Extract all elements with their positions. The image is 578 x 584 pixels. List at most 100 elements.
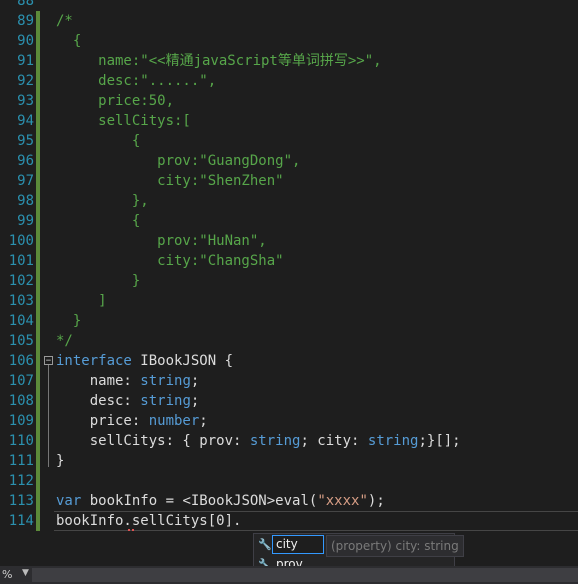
- status-bar: % ▼: [0, 566, 578, 584]
- completion-label: city: [272, 535, 324, 554]
- code-line[interactable]: 109 price: number;: [0, 411, 578, 431]
- code-line[interactable]: 92 desc:"......",: [0, 71, 578, 91]
- code-text[interactable]: interface IBookJSON {: [56, 351, 233, 371]
- code-line[interactable]: 99 {: [0, 211, 578, 231]
- change-marker: [36, 291, 40, 311]
- change-marker: [36, 191, 40, 211]
- code-line[interactable]: 112: [0, 471, 578, 491]
- line-number: 97: [17, 173, 34, 189]
- line-number: 112: [8, 473, 34, 489]
- code-line[interactable]: 106 interface IBookJSON {: [0, 351, 578, 371]
- code-text[interactable]: prov:"HuNan",: [56, 231, 267, 251]
- line-number: 88: [17, 0, 34, 9]
- change-marker: [36, 491, 40, 511]
- code-text[interactable]: /*: [56, 11, 73, 31]
- change-marker: [36, 271, 40, 291]
- code-text[interactable]: sellCitys:[: [56, 111, 191, 131]
- code-line[interactable]: 91 name:"<<精通javaScript等单词拼写>>",: [0, 51, 578, 71]
- change-marker: [36, 71, 40, 91]
- code-line[interactable]: 98 },: [0, 191, 578, 211]
- change-marker: [36, 371, 40, 391]
- code-line[interactable]: 94 sellCitys:[: [0, 111, 578, 131]
- code-line[interactable]: 104 }: [0, 311, 578, 331]
- change-marker: [36, 431, 40, 451]
- change-marker: [36, 471, 40, 491]
- line-number: 107: [8, 373, 34, 389]
- horizontal-scrollbar[interactable]: [32, 568, 578, 582]
- error-squiggle: [128, 529, 135, 531]
- line-number: 98: [17, 193, 34, 209]
- code-line[interactable]: 103 ]: [0, 291, 578, 311]
- code-text[interactable]: var bookInfo = <IBookJSON>eval("xxxx");: [56, 491, 385, 511]
- line-number: 108: [8, 393, 34, 409]
- code-line[interactable]: 107 name: string;: [0, 371, 578, 391]
- code-line[interactable]: 102 }: [0, 271, 578, 291]
- change-marker: [36, 351, 40, 371]
- fold-toggle-icon[interactable]: −: [44, 356, 53, 366]
- code-text[interactable]: sellCitys: { prov: string; city: string;…: [56, 431, 461, 451]
- code-text[interactable]: bookInfo.sellCitys[0].: [56, 511, 241, 531]
- code-line[interactable]: 88: [0, 0, 578, 11]
- change-marker: [36, 171, 40, 191]
- line-number: 95: [17, 133, 34, 149]
- change-marker: [36, 111, 40, 131]
- code-line[interactable]: 95 {: [0, 131, 578, 151]
- code-text[interactable]: price: number;: [56, 411, 208, 431]
- change-marker: [36, 411, 40, 431]
- code-line[interactable]: 90 {: [0, 31, 578, 51]
- change-marker: [36, 311, 40, 331]
- code-text[interactable]: desc: string;: [56, 391, 200, 411]
- line-number: 113: [8, 493, 34, 509]
- change-marker: [36, 151, 40, 171]
- change-marker: [36, 11, 40, 31]
- code-line[interactable]: 110 sellCitys: { prov: string; city: str…: [0, 431, 578, 451]
- code-line[interactable]: 96 prov:"GuangDong",: [0, 151, 578, 171]
- code-line[interactable]: 105 */: [0, 331, 578, 351]
- line-number: 111: [8, 453, 34, 469]
- code-line[interactable]: 111}: [0, 451, 578, 471]
- code-line[interactable]: 97 city:"ShenZhen": [0, 171, 578, 191]
- code-text[interactable]: city:"ChangSha": [56, 251, 283, 271]
- line-number: 96: [17, 153, 34, 169]
- completion-item-city[interactable]: 🔧 city: [254, 535, 324, 554]
- change-marker: [36, 211, 40, 231]
- code-line[interactable]: 114 bookInfo.sellCitys[0].: [0, 511, 578, 531]
- code-line[interactable]: 113 var bookInfo = <IBookJSON>eval("xxxx"…: [0, 491, 578, 511]
- change-marker: [36, 91, 40, 111]
- code-line[interactable]: 93 price:50,: [0, 91, 578, 111]
- code-line[interactable]: 108 desc: string;: [0, 391, 578, 411]
- code-text[interactable]: name: string;: [56, 371, 200, 391]
- line-number: 110: [8, 433, 34, 449]
- code-text[interactable]: name:"<<精通javaScript等单词拼写>>",: [56, 51, 381, 71]
- code-text[interactable]: }: [56, 311, 81, 331]
- change-marker: [36, 251, 40, 271]
- code-text[interactable]: price:50,: [56, 91, 174, 111]
- code-text[interactable]: {: [56, 31, 81, 51]
- code-text[interactable]: city:"ShenZhen": [56, 171, 283, 191]
- fold-guide: [48, 365, 49, 467]
- code-text[interactable]: },: [56, 191, 149, 211]
- chevron-down-icon[interactable]: ▼: [22, 568, 29, 578]
- code-text[interactable]: prov:"GuangDong",: [56, 151, 300, 171]
- completion-description: (property) city: string: [326, 535, 464, 557]
- code-text[interactable]: }: [56, 271, 140, 291]
- line-number: 92: [17, 73, 34, 89]
- line-number: 114: [8, 513, 34, 529]
- code-text[interactable]: {: [56, 131, 140, 151]
- change-marker: [36, 391, 40, 411]
- code-text[interactable]: desc:"......",: [56, 71, 216, 91]
- code-text[interactable]: ]: [56, 291, 106, 311]
- change-marker: [36, 51, 40, 71]
- code-line[interactable]: 101 city:"ChangSha": [0, 251, 578, 271]
- code-text[interactable]: {: [56, 211, 140, 231]
- line-number: 94: [17, 113, 34, 129]
- code-text[interactable]: */: [56, 331, 73, 351]
- code-line[interactable]: 89 /*: [0, 11, 578, 31]
- code-editor[interactable]: 88 89/* 90 {91 name:"<<精通javaScript等单词拼写>>…: [0, 0, 578, 566]
- change-marker: [36, 131, 40, 151]
- line-number: 89: [17, 13, 34, 29]
- code-text[interactable]: }: [56, 451, 64, 471]
- line-number: 90: [17, 33, 34, 49]
- code-line[interactable]: 100 prov:"HuNan",: [0, 231, 578, 251]
- line-number: 105: [8, 333, 34, 349]
